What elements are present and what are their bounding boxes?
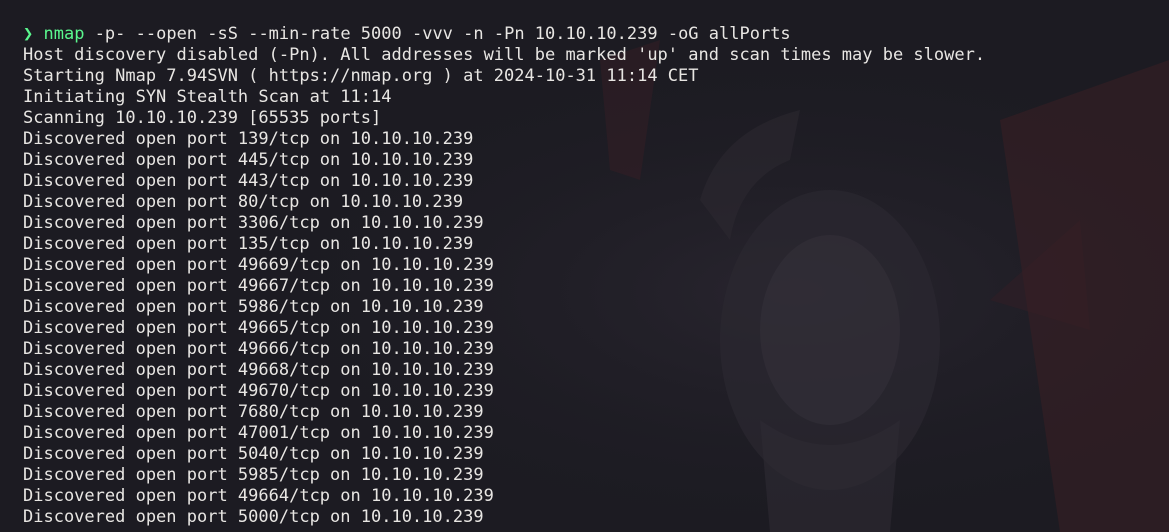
output-line: Discovered open port 49667/tcp on 10.10.… [23, 276, 494, 296]
output-line: Discovered open port 47001/tcp on 10.10.… [23, 423, 494, 443]
chevron-right-icon: ❯ [23, 24, 34, 44]
output-line: Initiating SYN Stealth Scan at 11:14 [23, 87, 392, 107]
command-line: ❯ nmap -p- --open -sS --min-rate 5000 -v… [23, 24, 1169, 45]
output-line: Discovered open port 80/tcp on 10.10.10.… [23, 192, 464, 212]
terminal-output[interactable]: ❯ nmap -p- --open -sS --min-rate 5000 -v… [23, 24, 1169, 532]
output-line: Discovered open port 5040/tcp on 10.10.1… [23, 444, 484, 464]
output-line: Discovered open port 49669/tcp on 10.10.… [23, 255, 494, 275]
output-line: Starting Nmap 7.94SVN ( https://nmap.org… [23, 66, 699, 86]
output-line: Discovered open port 49664/tcp on 10.10.… [23, 486, 494, 506]
output-line: Discovered open port 49670/tcp on 10.10.… [23, 381, 494, 401]
output-line: Discovered open port 5985/tcp on 10.10.1… [23, 465, 484, 485]
output-line: Discovered open port 5986/tcp on 10.10.1… [23, 297, 484, 317]
output-line: Discovered open port 7680/tcp on 10.10.1… [23, 402, 484, 422]
output-line: Discovered open port 49666/tcp on 10.10.… [23, 339, 494, 359]
output-line: Discovered open port 49665/tcp on 10.10.… [23, 318, 494, 338]
output-line: Discovered open port 49668/tcp on 10.10.… [23, 360, 494, 380]
output-line: Discovered open port 445/tcp on 10.10.10… [23, 150, 474, 170]
output-line: Host discovery disabled (-Pn). All addre… [23, 45, 986, 65]
command-name: nmap [43, 24, 85, 44]
output-line: Discovered open port 443/tcp on 10.10.10… [23, 171, 474, 191]
output-line: Discovered open port 5000/tcp on 10.10.1… [23, 507, 484, 527]
command-args: -p- --open -sS --min-rate 5000 -vvv -n -… [84, 24, 791, 44]
output-line: Discovered open port 139/tcp on 10.10.10… [23, 129, 474, 149]
output-line: Scanning 10.10.10.239 [65535 ports] [23, 108, 382, 128]
output-line: Discovered open port 3306/tcp on 10.10.1… [23, 213, 484, 233]
output-line: Discovered open port 135/tcp on 10.10.10… [23, 234, 474, 254]
